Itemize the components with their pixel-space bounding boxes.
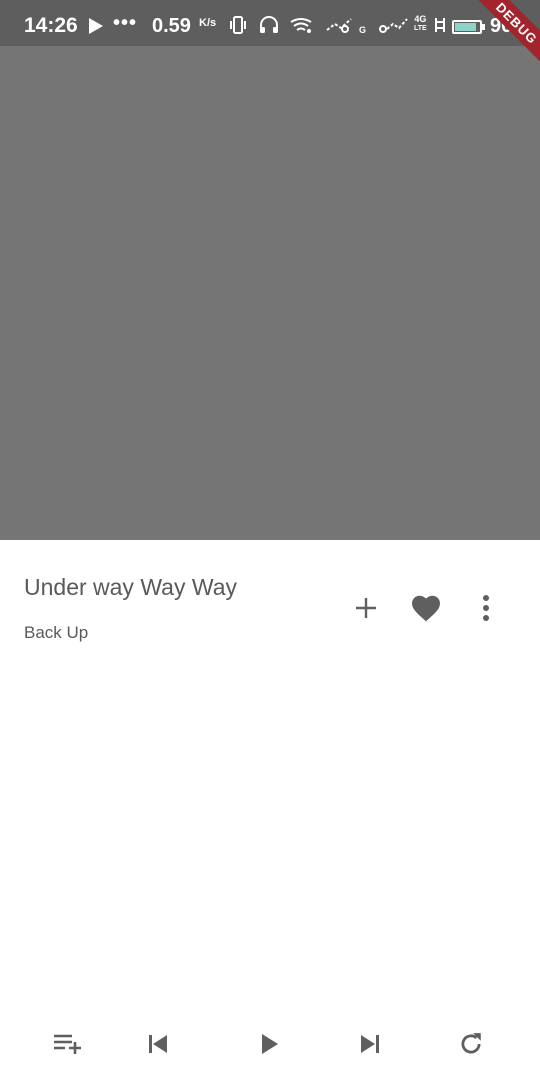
signal-g-label: G: [359, 25, 367, 35]
repeat-button[interactable]: [451, 1024, 491, 1064]
repeat-icon: [461, 1033, 481, 1054]
next-button[interactable]: [350, 1024, 390, 1064]
album-artwork: [0, 46, 540, 540]
add-icon: [356, 598, 376, 618]
status-bar: 14:26 ••• 0.59 K/s G 4G LTE 90: [0, 0, 540, 46]
network-type: 4G LTE: [414, 14, 427, 33]
track-title: Under way Way Way: [24, 574, 238, 600]
play-icon: [262, 1034, 278, 1054]
playlist-add-icon: [54, 1034, 81, 1054]
signal-icon: [379, 18, 408, 33]
network-speed: 0.59: [152, 15, 191, 37]
more-options-button[interactable]: [466, 588, 506, 628]
heart-icon: [412, 595, 440, 622]
more-notifications-icon: •••: [113, 12, 138, 34]
play-icon: [89, 18, 103, 34]
sync-icon: [435, 18, 445, 32]
add-button[interactable]: [346, 588, 386, 628]
favorite-button[interactable]: [406, 588, 446, 628]
track-artist: Back Up: [24, 623, 89, 642]
previous-button[interactable]: [138, 1024, 178, 1064]
battery-tip: [482, 24, 485, 30]
headset-icon: [260, 16, 278, 33]
signal-icon: [326, 18, 352, 33]
skip-previous-icon: [149, 1035, 167, 1053]
add-to-queue-button[interactable]: [48, 1024, 88, 1064]
vibrate-icon: [230, 16, 246, 34]
battery-icon: [452, 20, 482, 34]
playback-controls: [0, 1020, 540, 1068]
network-speed-unit: K/s: [199, 17, 217, 29]
skip-next-icon: [361, 1035, 379, 1053]
more-vert-icon: [483, 595, 489, 621]
wifi-icon: [290, 18, 312, 33]
status-time: 14:26: [24, 14, 78, 37]
play-button[interactable]: [250, 1024, 290, 1064]
